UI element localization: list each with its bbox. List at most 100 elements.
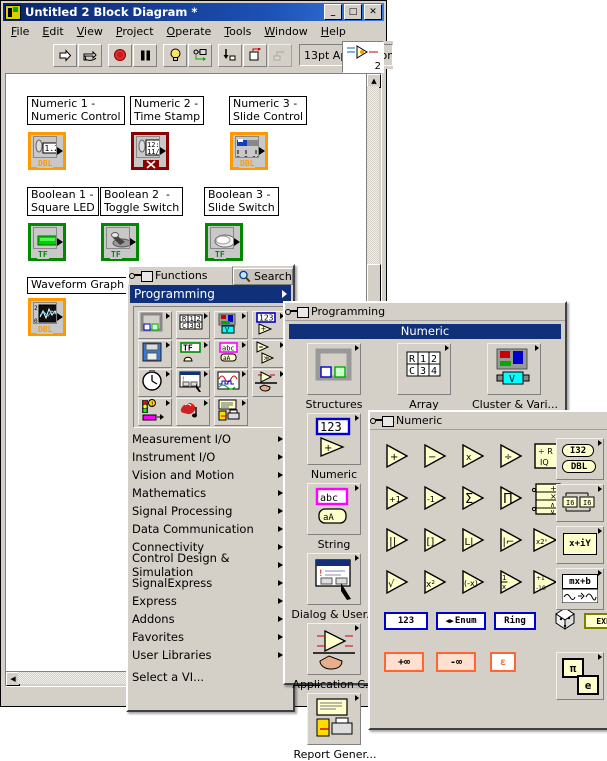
machine-epsilon-constant[interactable]: ε xyxy=(490,652,516,672)
palette-icon-array[interactable]: R 1 2 C 3 4 xyxy=(176,311,210,339)
numeric-function-negate[interactable]: (-x) xyxy=(458,568,492,598)
retain-wire-values-button[interactable] xyxy=(188,43,212,67)
highlight-execution-button[interactable] xyxy=(163,43,187,67)
palette-icon-report-generation[interactable] xyxy=(214,398,248,426)
ring-constant[interactable]: Ring xyxy=(494,612,536,630)
numeric-function-square-root[interactable]: √ xyxy=(382,568,416,598)
palette-icon-application-control[interactable] xyxy=(252,369,286,397)
pushpin-icon[interactable] xyxy=(285,307,310,318)
palette-icon-numeric[interactable]: 123 + xyxy=(252,311,286,339)
tab-functions[interactable]: Functions xyxy=(128,266,233,285)
terminal-numeric2-timestamp[interactable]: 12:00 11/07 xyxy=(131,132,169,170)
numeric-function-round-to-nearest[interactable]: [] xyxy=(420,526,454,556)
abort-execution-button[interactable] xyxy=(108,43,132,67)
numeric-function-multiply-array-elements[interactable]: Π xyxy=(496,484,530,514)
programming-icon-structures[interactable] xyxy=(307,343,361,395)
palette-icon-file-io[interactable] xyxy=(138,340,172,368)
math-constants-subpalette[interactable]: π e xyxy=(556,652,604,700)
functions-item-addons[interactable]: Addons xyxy=(132,610,287,628)
programming-icon-report-generation[interactable] xyxy=(307,693,361,745)
functions-item-instrument-io[interactable]: Instrument I/O xyxy=(132,448,287,466)
numeric-function-increment[interactable]: +1 xyxy=(382,484,416,514)
vi-icon-pane[interactable]: 2 xyxy=(342,41,384,73)
functions-palette[interactable]: Functions Search Programming R 1 2 C 3 4 xyxy=(126,264,295,712)
palette-icon-timing[interactable] xyxy=(138,369,172,397)
palette-icon-comparison[interactable]: = ≫ xyxy=(252,340,286,368)
programming-icon-application-control[interactable] xyxy=(307,623,361,675)
functions-item-favorites[interactable]: Favorites xyxy=(132,628,287,646)
programming-icon-cluster-class-variant[interactable]: V xyxy=(487,343,541,395)
numeric-function-add-array-elements[interactable]: Σ xyxy=(458,484,492,514)
pause-button[interactable] xyxy=(133,43,157,67)
palette-icon-boolean[interactable]: TF xyxy=(176,340,210,368)
run-button[interactable] xyxy=(53,43,77,67)
numeric-function-round-toward-neg-infinity[interactable]: L| xyxy=(458,526,492,556)
palette-icon-string[interactable]: abc aA xyxy=(214,340,248,368)
close-button[interactable]: ✕ xyxy=(364,4,382,20)
terminal-numeric1-control[interactable]: 1.23 DBL xyxy=(28,132,66,170)
positive-infinity-constant[interactable]: +∞ xyxy=(384,652,424,672)
menu-help[interactable]: Help xyxy=(321,25,346,38)
menu-tools[interactable]: Tools xyxy=(224,25,251,38)
functions-icon-grid[interactable]: R 1 2 C 3 4 V 123 + TF abc aA = ≫ ! ! xyxy=(133,306,290,428)
step-out-button[interactable] xyxy=(268,43,292,67)
step-over-button[interactable] xyxy=(243,43,267,67)
palette-icon-structures[interactable] xyxy=(138,311,172,339)
maximize-button[interactable]: □ xyxy=(344,4,362,20)
functions-item-signal-processing[interactable]: Signal Processing xyxy=(132,502,287,520)
palette-icon-waveform[interactable] xyxy=(214,369,248,397)
functions-item-control-design-simulation[interactable]: Control Design & Simulation xyxy=(132,551,287,579)
palette-icon-cluster-class-variant[interactable]: V xyxy=(214,311,248,339)
conversion-subpalette[interactable]: I32 DBL xyxy=(556,438,604,480)
tab-search[interactable]: Search xyxy=(233,268,293,285)
run-continuously-button[interactable] xyxy=(78,43,102,67)
functions-item-mathematics[interactable]: Mathematics xyxy=(132,484,287,502)
numeric-function-multiply[interactable]: x xyxy=(458,442,492,472)
functions-item-select-a-vi[interactable]: Select a VI... xyxy=(132,668,287,686)
enum-constant[interactable]: ◀▶ Enum xyxy=(436,612,486,630)
functions-item-data-communication[interactable]: Data Communication xyxy=(132,520,287,538)
palette-icon-dialog-user-interface[interactable]: ! xyxy=(176,369,210,397)
menu-view[interactable]: View xyxy=(77,25,103,38)
numeric-function-decrement[interactable]: -1 xyxy=(420,484,454,514)
window-titlebar[interactable]: Untitled 2 Block Diagram * _ □ ✕ xyxy=(3,3,384,21)
expression-node[interactable]: EXPR xyxy=(584,613,607,629)
menu-project[interactable]: Project xyxy=(116,25,154,38)
functions-item-vision-and-motion[interactable]: Vision and Motion xyxy=(132,466,287,484)
complex-subpalette[interactable]: x+iY xyxy=(556,526,604,564)
functions-item-signalexpress[interactable]: SignalExpress xyxy=(132,574,287,592)
negative-infinity-constant[interactable]: -∞ xyxy=(436,652,476,672)
scaling-subpalette[interactable]: mx+b xyxy=(556,568,604,610)
terminal-numeric3-slide[interactable]: 0 5 10 DBL xyxy=(230,132,268,170)
terminal-boolean2-toggle[interactable]: TF xyxy=(101,223,139,261)
programming-icon-dialog-user-interface[interactable]: ! xyxy=(307,553,361,605)
scroll-track-upper[interactable] xyxy=(367,86,379,264)
programming-icon-numeric[interactable]: 123 + xyxy=(307,413,361,465)
numeric-function-add[interactable]: + xyxy=(382,442,416,472)
pushpin-icon[interactable] xyxy=(370,416,395,427)
terminal-boolean3-slide-switch[interactable]: TF xyxy=(205,223,243,261)
terminal-boolean1-led[interactable]: TF xyxy=(28,223,66,261)
numeric-function-reciprocal[interactable]: 1x xyxy=(496,568,530,598)
programming-icon-string[interactable]: abc aA xyxy=(307,483,361,535)
numeric-function-round-toward-infinity[interactable]: |⌐ xyxy=(496,526,530,556)
terminal-waveform-graph[interactable]: 2 0 DBL xyxy=(28,298,66,336)
functions-item-user-libraries[interactable]: User Libraries xyxy=(132,646,287,664)
pushpin-icon[interactable] xyxy=(129,271,154,282)
numeric-palette[interactable]: Numeric + − x ÷ ÷ R IQ +1 -1 Σ Π + × ∧ ∨ || … xyxy=(368,410,607,730)
numeric-function-absolute-value[interactable]: || xyxy=(382,526,416,556)
functions-item-measurement-io[interactable]: Measurement I/O xyxy=(132,430,287,448)
functions-selected-category[interactable]: Programming xyxy=(130,285,291,303)
numeric-function-subtract[interactable]: − xyxy=(420,442,454,472)
functions-item-express[interactable]: Express xyxy=(132,592,287,610)
numeric-function-divide[interactable]: ÷ xyxy=(496,442,530,472)
menu-window[interactable]: Window xyxy=(264,25,307,38)
menu-edit[interactable]: Edit xyxy=(42,25,63,38)
data-manipulation-subpalette[interactable]: I6 I6 xyxy=(556,484,604,522)
numeric-function-square[interactable]: x² xyxy=(420,568,454,598)
menu-file[interactable]: FFileile xyxy=(11,25,29,38)
minimize-button[interactable]: _ xyxy=(324,4,342,20)
numeric-constant[interactable]: 123 xyxy=(384,612,428,630)
menu-operate[interactable]: Operate xyxy=(167,25,212,38)
step-into-button[interactable] xyxy=(218,43,242,67)
